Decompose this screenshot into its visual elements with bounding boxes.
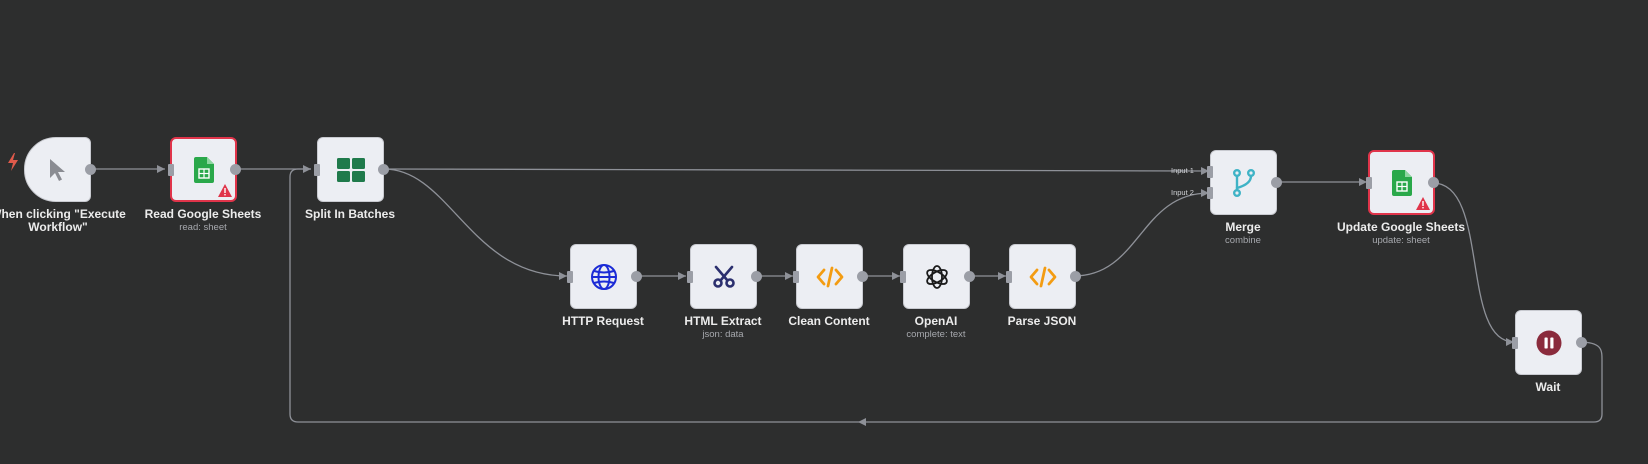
output-handle[interactable]	[857, 271, 868, 282]
output-handle[interactable]	[1271, 177, 1282, 188]
grid-icon	[336, 157, 365, 182]
output-handle[interactable]	[1070, 271, 1081, 282]
node-manual-trigger[interactable]	[24, 137, 96, 202]
workflow-canvas[interactable]: When clicking "Execute Workflow" Read Go…	[0, 0, 1648, 464]
input-handle-2[interactable]	[1207, 186, 1213, 199]
edge-split-http	[383, 168, 568, 277]
node-http-request[interactable]	[567, 244, 642, 309]
pause-icon	[1536, 330, 1561, 355]
node-clean-content[interactable]	[793, 244, 868, 309]
scissors-icon	[712, 265, 735, 288]
warning-icon	[218, 184, 232, 197]
node-label: Split In Batches	[304, 207, 396, 221]
node-merge[interactable]	[1207, 150, 1282, 215]
output-handle[interactable]	[1576, 337, 1587, 348]
input-handle-1[interactable]	[1207, 166, 1213, 179]
edge-update-wait	[1432, 182, 1515, 343]
node-wait[interactable]	[1512, 310, 1587, 375]
openai-icon	[925, 264, 948, 289]
branch-merge-icon	[1232, 168, 1255, 197]
output-handle[interactable]	[964, 271, 975, 282]
merge-input1-label: Input 1	[1171, 166, 1194, 175]
output-handle[interactable]	[378, 164, 389, 175]
input-handle[interactable]	[900, 270, 906, 283]
output-handle[interactable]	[230, 164, 241, 175]
input-handle[interactable]	[793, 270, 799, 283]
input-handle[interactable]	[1512, 336, 1518, 349]
input-handle[interactable]	[314, 163, 320, 176]
node-label: Wait	[1535, 380, 1561, 394]
cursor-icon	[49, 158, 65, 181]
output-handle[interactable]	[85, 164, 96, 175]
edge-split-merge-1	[383, 168, 1210, 172]
node-subtitle: read: sheet	[179, 222, 227, 233]
globe-icon	[590, 263, 617, 290]
input-handle[interactable]	[567, 270, 573, 283]
google-sheets-icon	[193, 156, 214, 183]
node-label: Merge	[1225, 220, 1261, 234]
node-read-google-sheets[interactable]	[168, 137, 241, 202]
node-subtitle: update: sheet	[1372, 235, 1430, 246]
node-subtitle: json: data	[702, 329, 744, 340]
input-handle[interactable]	[687, 270, 693, 283]
trigger-bolt-icon	[8, 153, 18, 171]
code-icon	[816, 266, 843, 287]
warning-icon	[1416, 197, 1430, 210]
node-label: Update Google Sheets	[1336, 220, 1466, 234]
input-handle[interactable]	[168, 163, 174, 176]
node-subtitle: complete: text	[906, 329, 966, 340]
code-icon	[1029, 266, 1056, 287]
node-update-google-sheets[interactable]	[1366, 150, 1439, 215]
node-label: Read Google Sheets	[144, 207, 262, 221]
node-label: Parse JSON	[1007, 314, 1077, 328]
input-handle[interactable]	[1366, 176, 1372, 189]
google-sheets-icon	[1391, 169, 1412, 196]
input-handle[interactable]	[1006, 270, 1012, 283]
output-handle[interactable]	[751, 271, 762, 282]
output-handle[interactable]	[631, 271, 642, 282]
node-html-extract[interactable]	[687, 244, 762, 309]
node-parse-json[interactable]	[1006, 244, 1081, 309]
output-handle[interactable]	[1428, 177, 1439, 188]
node-subtitle: combine	[1225, 235, 1261, 246]
node-split-in-batches[interactable]	[314, 137, 389, 202]
node-openai[interactable]	[900, 244, 975, 309]
merge-input2-label: Input 2	[1171, 188, 1194, 197]
